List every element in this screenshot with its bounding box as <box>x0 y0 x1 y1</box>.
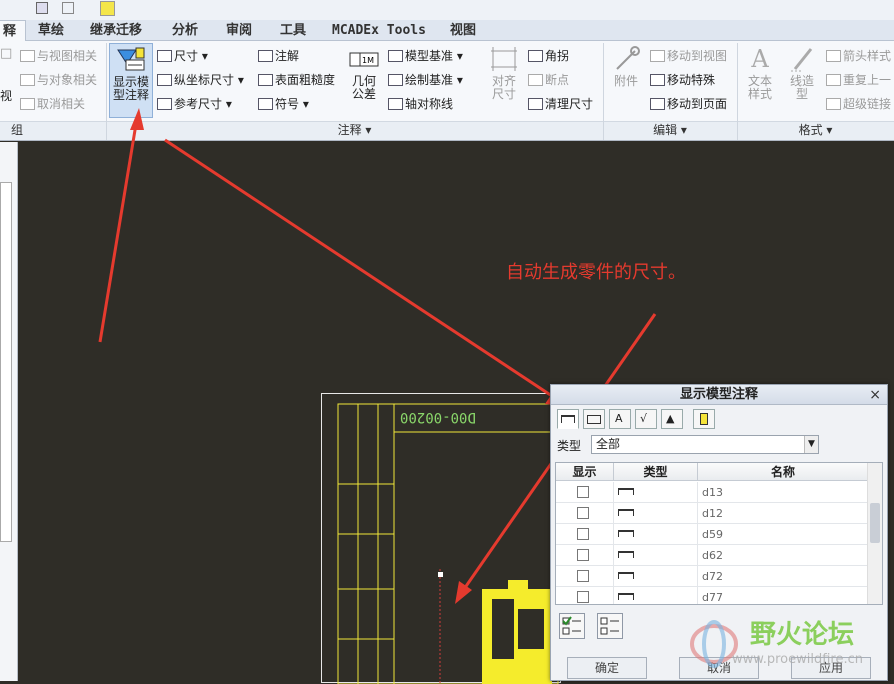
dimension-icon <box>618 488 634 495</box>
type-select[interactable]: 全部 ▼ <box>591 435 819 454</box>
type-select-value: 全部 <box>596 437 621 451</box>
name-cell: d72 <box>702 570 723 583</box>
table-row[interactable]: d12 <box>556 503 868 524</box>
deselect-all-button[interactable] <box>597 613 623 639</box>
name-cell: d77 <box>702 591 723 604</box>
table-row[interactable]: d13 <box>556 482 868 503</box>
vertical-scrollbar[interactable] <box>867 463 882 604</box>
type-label: 类型 <box>557 439 582 453</box>
dialog-title: 显示模型注释 <box>551 385 887 405</box>
ok-button[interactable]: 确定 <box>567 657 647 679</box>
select-all-button[interactable] <box>559 613 585 639</box>
surface-finish-icon: √ <box>640 412 648 425</box>
show-checkbox[interactable] <box>577 591 589 603</box>
note-icon: A <box>615 412 623 425</box>
close-icon[interactable]: × <box>869 385 881 405</box>
tab-surface-finish[interactable]: √ <box>635 409 657 429</box>
table-row[interactable]: d62 <box>556 545 868 566</box>
show-checkbox[interactable] <box>577 570 589 582</box>
name-cell: d59 <box>702 528 723 541</box>
show-cell <box>556 524 614 545</box>
type-cell <box>614 566 698 587</box>
table-header: 显示 类型 名称 <box>556 463 868 481</box>
show-cell <box>556 566 614 587</box>
dimension-icon <box>618 593 634 600</box>
show-checkbox[interactable] <box>577 486 589 498</box>
select-all-icon <box>562 616 581 635</box>
dimension-icon <box>618 530 634 537</box>
chevron-down-icon[interactable]: ▼ <box>804 436 818 453</box>
type-cell <box>614 545 698 566</box>
tab-geometric-tolerances[interactable] <box>583 409 605 429</box>
watermark-title: 野火论坛 <box>750 620 855 650</box>
name-cell: d12 <box>702 507 723 520</box>
geometric-tolerance-icon <box>587 415 601 424</box>
name-cell: d62 <box>702 549 723 562</box>
show-checkbox[interactable] <box>577 507 589 519</box>
watermark-url: www.proewildfire.cn <box>732 652 863 667</box>
tab-notes[interactable]: A <box>609 409 631 429</box>
symbol-icon: ▲ <box>666 412 675 425</box>
type-cell <box>614 482 698 503</box>
scrollbar-thumb[interactable] <box>870 503 880 543</box>
tab-symbols[interactable]: ▲ <box>661 409 683 429</box>
datum-icon <box>700 413 708 425</box>
column-type[interactable]: 类型 <box>614 463 698 481</box>
show-checkbox[interactable] <box>577 528 589 540</box>
table-row[interactable]: d59 <box>556 524 868 545</box>
type-cell <box>614 587 698 604</box>
table-row[interactable]: d77 <box>556 587 868 604</box>
column-show[interactable]: 显示 <box>556 463 614 481</box>
forum-watermark: 野火论坛 www.proewildfire.cn <box>680 612 890 681</box>
show-cell <box>556 482 614 503</box>
annotation-caption: 自动生成零件的尺寸。 <box>506 262 686 283</box>
dimension-icon <box>561 415 575 423</box>
dimension-icon <box>618 509 634 516</box>
show-cell <box>556 587 614 604</box>
annotations-table: 显示 类型 名称 d13 d12 d59 d62 d72 d77 <box>555 462 883 605</box>
dimension-icon <box>618 572 634 579</box>
deselect-all-icon <box>600 617 619 635</box>
type-cell <box>614 524 698 545</box>
tab-dimensions[interactable] <box>557 409 579 429</box>
table-row[interactable]: d72 <box>556 566 868 587</box>
show-cell <box>556 503 614 524</box>
name-cell: d13 <box>702 486 723 499</box>
show-checkbox[interactable] <box>577 549 589 561</box>
column-name[interactable]: 名称 <box>698 463 868 481</box>
show-cell <box>556 545 614 566</box>
dimension-icon <box>618 551 634 558</box>
tab-datums[interactable] <box>693 409 715 429</box>
type-cell <box>614 503 698 524</box>
